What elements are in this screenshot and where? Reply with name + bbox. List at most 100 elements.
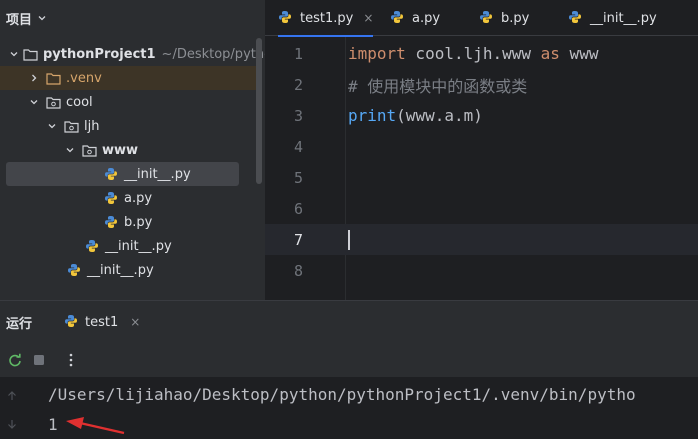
run-tab-test1[interactable]: test1 × <box>64 301 140 343</box>
code-line[interactable]: 6 <box>265 193 698 224</box>
line-number: 8 <box>293 261 303 280</box>
project-panel-scrollbar[interactable] <box>256 38 262 184</box>
tree-item-ljh-init-py[interactable]: __init__.py <box>0 234 258 258</box>
python-file-icon <box>278 10 294 26</box>
run-toolbar <box>0 343 698 377</box>
python-file-icon <box>103 190 119 206</box>
tree-item-b-py[interactable]: b.py <box>0 210 258 234</box>
project-panel-title: 项目 <box>6 12 33 28</box>
chevron-down-icon[interactable] <box>37 13 47 23</box>
line-number: 3 <box>293 106 303 125</box>
code-editor[interactable]: 1 import cool.ljh.www as www 2 # 使用模块中的函… <box>265 37 698 300</box>
chevron-down-icon[interactable] <box>45 119 59 133</box>
python-file-icon <box>64 314 80 330</box>
run-panel: 运行 test1 × /Users/lijiahao/Desktop/pytho… <box>0 300 698 439</box>
line-number: 1 <box>293 44 303 63</box>
stop-icon[interactable] <box>30 351 48 369</box>
project-panel: 项目 pythonProject1 ~/Desktop/pytho .venv … <box>0 0 265 300</box>
python-file-icon <box>390 10 406 26</box>
tab-label: b.py <box>501 10 530 26</box>
package-folder-icon <box>81 142 97 158</box>
line-number: 7 <box>293 230 303 249</box>
tree-item-label: cool <box>66 94 93 110</box>
run-panel-title: 运行 <box>6 316 33 332</box>
alias: www <box>559 44 599 63</box>
keyword: as <box>540 44 560 63</box>
folder-icon <box>45 70 61 86</box>
tab-b-py[interactable]: b.py <box>479 0 529 36</box>
text-caret <box>348 230 350 250</box>
tree-item-label: __init__.py <box>87 262 154 278</box>
arrow-down-icon[interactable] <box>6 415 18 434</box>
annotation-arrow-icon <box>66 417 125 435</box>
close-icon[interactable]: × <box>363 11 373 25</box>
console-command-line: /Users/lijiahao/Desktop/python/pythonPro… <box>48 385 636 404</box>
tree-item-ljh[interactable]: ljh <box>0 114 258 138</box>
code-line[interactable]: 8 <box>265 255 698 286</box>
call-args: (www.a.m) <box>396 106 483 125</box>
tab-label: a.py <box>412 10 441 26</box>
rerun-icon[interactable] <box>6 351 24 369</box>
code-line[interactable]: 3 print(www.a.m) <box>265 100 698 131</box>
python-file-icon <box>103 214 119 230</box>
code-line[interactable]: 5 <box>265 162 698 193</box>
tab-a-py[interactable]: a.py <box>390 0 440 36</box>
close-icon[interactable]: × <box>130 315 140 329</box>
package-folder-icon <box>45 94 61 110</box>
keyword: import <box>348 44 406 63</box>
line-number: 4 <box>293 137 303 156</box>
chevron-down-icon[interactable] <box>9 47 19 61</box>
python-file-icon <box>103 166 119 182</box>
more-options-icon[interactable] <box>62 351 80 369</box>
python-file-icon <box>479 10 495 26</box>
console-output-line: 1 <box>48 415 58 434</box>
tab-test1-py[interactable]: test1.py × <box>278 0 374 37</box>
project-panel-header[interactable]: 项目 <box>0 0 265 36</box>
tree-item-a-py[interactable]: a.py <box>0 186 258 210</box>
tab-label: test1.py <box>300 10 354 26</box>
tab-label: __init__.py <box>590 10 657 26</box>
python-file-icon <box>568 10 584 26</box>
package-folder-icon <box>63 118 79 134</box>
python-file-icon <box>66 262 82 278</box>
python-file-icon <box>84 238 100 254</box>
tree-item-www-init-py[interactable]: __init__.py <box>6 162 239 186</box>
console-output[interactable]: /Users/lijiahao/Desktop/python/pythonPro… <box>0 377 698 439</box>
tree-item-cool-init-py[interactable]: __init__.py <box>0 258 258 282</box>
chevron-down-icon[interactable] <box>27 95 41 109</box>
tree-item-label: ljh <box>84 118 100 134</box>
builtin-function: print <box>348 106 397 125</box>
line-number: 6 <box>293 199 303 218</box>
run-panel-header: 运行 test1 × <box>0 301 698 343</box>
code-text: print(www.a.m) <box>348 106 483 125</box>
tree-item-label: b.py <box>124 214 153 230</box>
tree-item-label: a.py <box>124 190 153 206</box>
arrow-up-icon[interactable] <box>6 387 18 406</box>
console-gutter <box>0 377 30 439</box>
module-path: cool.ljh.www <box>405 44 541 63</box>
tree-item-label: .venv <box>66 70 102 86</box>
chevron-right-icon[interactable] <box>27 71 41 85</box>
tree-item-cool[interactable]: cool <box>0 90 258 114</box>
tree-item-label: __init__.py <box>124 166 191 182</box>
chevron-down-icon[interactable] <box>63 143 77 157</box>
code-line[interactable]: 1 import cool.ljh.www as www <box>265 38 698 69</box>
tree-item-pythonproject1[interactable]: pythonProject1 ~/Desktop/pytho <box>0 42 265 66</box>
line-number: 2 <box>293 75 303 94</box>
editor-tab-bar: test1.py × a.py b.py __init__.py <box>265 0 698 37</box>
code-comment: # 使用模块中的函数或类 <box>348 76 528 96</box>
tree-item-path-hint: ~/Desktop/pytho <box>161 46 265 62</box>
tree-item-label: www <box>102 142 139 158</box>
tree-item-www[interactable]: www <box>0 138 258 162</box>
code-line-current[interactable]: 7 <box>265 224 698 255</box>
line-number: 5 <box>293 168 303 187</box>
tree-item-label: __init__.py <box>105 238 172 254</box>
tree-item-label: pythonProject1 <box>43 46 156 62</box>
tab-init-py[interactable]: __init__.py <box>568 0 657 36</box>
code-line[interactable]: 2 # 使用模块中的函数或类 <box>265 69 698 100</box>
folder-icon <box>23 46 38 62</box>
tree-item-venv[interactable]: .venv <box>0 66 258 90</box>
code-text: import cool.ljh.www as www <box>348 44 598 63</box>
run-tab-label: test1 <box>85 314 119 330</box>
code-line[interactable]: 4 <box>265 131 698 162</box>
